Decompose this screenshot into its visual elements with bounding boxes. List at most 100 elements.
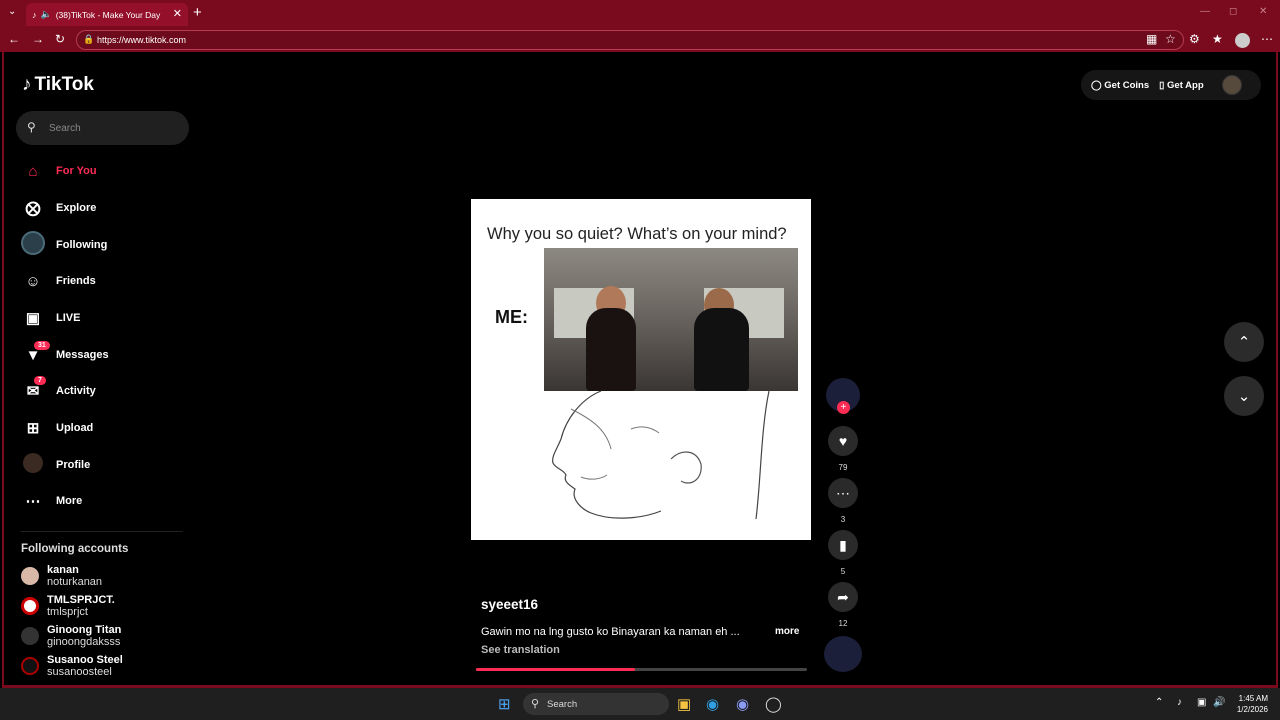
taskbar-search-label: Search: [547, 698, 578, 710]
music-disc-avatar[interactable]: [824, 636, 862, 672]
comment-icon[interactable]: ⋯: [828, 478, 858, 508]
avatar: [21, 567, 39, 585]
video-progress-bar[interactable]: [476, 668, 807, 671]
tab-actions-icon[interactable]: ⌄: [8, 6, 16, 17]
account-username: ginoongdaksss: [47, 636, 121, 648]
video-username[interactable]: syeeet16: [481, 597, 538, 612]
sidebar-divider: [21, 531, 183, 532]
close-window-icon[interactable]: ✕: [1259, 6, 1267, 17]
account-name: Ginoong Titan: [47, 624, 122, 636]
discord-icon[interactable]: ◉: [736, 695, 749, 713]
upload-icon: ⊞: [26, 420, 40, 437]
next-video-button[interactable]: ⌄: [1224, 376, 1264, 416]
sidebar-item-explore[interactable]: ⨂ Explore: [20, 193, 97, 223]
tray-chevron-icon[interactable]: ⌃: [1155, 697, 1163, 708]
tiktok-note-icon: ♪: [22, 74, 32, 95]
extension-icon[interactable]: ⚙: [1189, 32, 1200, 46]
following-account[interactable]: kanan noturkanan: [21, 565, 102, 588]
clock-time: 1:45 AM: [1238, 694, 1268, 703]
edge-browser-icon[interactable]: ◉: [706, 695, 719, 713]
close-tab-icon[interactable]: ✕: [173, 7, 182, 20]
settings-more-icon[interactable]: ⋯: [1261, 32, 1273, 46]
windows-start-icon[interactable]: ⊞: [498, 695, 511, 713]
sidebar-item-label: For You: [56, 165, 97, 177]
live-icon: ▣: [25, 310, 41, 327]
browser-tab-bar: ⌄ ♪ 🔈 (38)TikTok - Make Your Day ✕ + — ◻…: [0, 0, 1280, 28]
sidebar-item-upload[interactable]: ⊞ Upload: [20, 413, 94, 443]
messages-icon: ▼ 31: [20, 340, 50, 364]
chevron-down-icon: ⌄: [1237, 388, 1251, 405]
activity-badge: 7: [34, 376, 46, 385]
speaker-icon[interactable]: 🔈: [41, 9, 52, 20]
sidebar-item-label: LIVE: [56, 312, 81, 324]
profile-avatar-icon[interactable]: [1235, 33, 1250, 48]
reload-icon[interactable]: ↻: [55, 32, 65, 46]
address-bar[interactable]: 🔒 https://www.tiktok.com: [76, 30, 1184, 50]
sidebar-item-live[interactable]: ▣ LIVE: [20, 303, 81, 333]
account-username: noturkanan: [47, 576, 103, 588]
chevron-up-icon: ⌃: [1237, 334, 1251, 351]
caption-more-button[interactable]: more: [775, 626, 799, 637]
search-icon: ⚲: [27, 120, 36, 134]
network-icon[interactable]: ▣: [1197, 697, 1206, 708]
home-icon: ⌂: [28, 162, 38, 180]
tiktok-logo[interactable]: ♪ TikTok: [22, 74, 94, 96]
back-icon[interactable]: ←: [8, 32, 20, 46]
avatar: [21, 627, 39, 645]
like-action[interactable]: ♥ 79: [826, 426, 860, 472]
comment-action[interactable]: ⋯ 3: [826, 478, 860, 524]
sidebar-item-profile[interactable]: Profile: [20, 450, 90, 480]
video-player[interactable]: Why you so quiet? What’s on your mind? M…: [471, 199, 811, 540]
app-icon[interactable]: ◯: [765, 695, 782, 713]
avatar: [21, 597, 39, 615]
sidebar-item-activity[interactable]: ✉ 7 Activity: [20, 376, 96, 406]
profile-avatar: [20, 453, 46, 477]
sidebar-item-following[interactable]: Following: [20, 230, 107, 260]
volume-icon[interactable]: 🔊: [1213, 697, 1225, 708]
maximize-icon[interactable]: ◻: [1229, 6, 1237, 17]
heart-icon[interactable]: ♥: [828, 426, 858, 456]
sidebar-item-friends[interactable]: ☺ Friends: [20, 266, 95, 296]
app-available-icon[interactable]: ▦: [1146, 32, 1157, 46]
following-account[interactable]: Susanoo Steel susanoosteel: [21, 655, 123, 678]
phone-icon: ▯: [1159, 79, 1168, 91]
forward-icon[interactable]: →: [32, 32, 44, 46]
sidebar-item-for-you[interactable]: ⌂ For You: [20, 156, 97, 186]
sidebar-item-label: More: [56, 495, 83, 507]
taskbar-search[interactable]: ⚲ Search: [523, 693, 669, 715]
see-translation-link[interactable]: See translation: [481, 644, 560, 656]
following-account[interactable]: TMLSPRJCT. tmlsprjct: [21, 595, 115, 618]
account-name: kanan: [47, 564, 79, 576]
friends-icon: ☺: [25, 272, 41, 290]
minimize-icon[interactable]: —: [1200, 6, 1210, 17]
previous-video-button[interactable]: ⌃: [1224, 322, 1264, 362]
new-tab-button[interactable]: +: [193, 4, 202, 21]
file-explorer-icon[interactable]: ▣: [677, 695, 691, 713]
tiktok-favicon-icon: ♪: [32, 9, 37, 20]
video-overlay-text: Why you so quiet? What’s on your mind?: [487, 225, 787, 243]
taskbar-clock[interactable]: 1:45 AM 1/2/2026: [1230, 693, 1268, 715]
save-action[interactable]: ▮ 5: [826, 530, 860, 576]
like-count: 79: [838, 463, 848, 472]
favorite-star-icon[interactable]: ☆: [1165, 32, 1176, 46]
microphone-icon[interactable]: ♪: [1177, 697, 1182, 708]
browser-tab[interactable]: ♪ 🔈 (38)TikTok - Make Your Day ✕: [26, 3, 188, 26]
messages-badge: 31: [34, 340, 50, 350]
sidebar-item-more[interactable]: ⋯ More: [20, 486, 83, 516]
bookmark-icon[interactable]: ▮: [828, 530, 858, 560]
share-action[interactable]: ➦ 12: [826, 582, 860, 628]
share-count: 12: [838, 619, 848, 628]
get-coins-button[interactable]: ◯ Get Coins: [1091, 80, 1149, 91]
following-account[interactable]: Ginoong Titan ginoongdaksss: [21, 625, 121, 648]
sidebar-item-label: Profile: [56, 459, 91, 471]
user-avatar[interactable]: [1221, 75, 1242, 95]
lock-icon[interactable]: 🔒: [83, 34, 94, 45]
sidebar-item-messages[interactable]: ▼ 31 Messages: [20, 340, 109, 370]
get-app-button[interactable]: ▯ Get App: [1159, 80, 1203, 91]
share-icon[interactable]: ➦: [828, 582, 858, 612]
follow-plus-icon[interactable]: +: [837, 401, 850, 414]
search-input[interactable]: ⚲ Search: [16, 111, 189, 145]
comment-count: 3: [840, 515, 846, 524]
favorites-icon[interactable]: ★: [1212, 32, 1223, 46]
account-username: susanoosteel: [47, 666, 112, 678]
